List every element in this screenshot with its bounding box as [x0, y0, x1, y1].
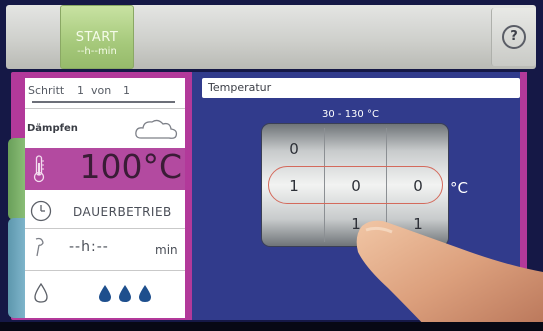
start-button[interactable]: START --h--min: [60, 5, 134, 69]
divider: [25, 108, 185, 109]
divider: [25, 228, 185, 229]
duration-mode-label: DAUERBETRIEB: [73, 205, 172, 219]
temperature-unit: °C: [450, 179, 468, 197]
digit-tens[interactable]: 0: [336, 177, 376, 195]
humidity-row[interactable]: [25, 276, 185, 312]
steam-level-drops-icon: [99, 285, 151, 302]
start-label: START: [75, 30, 119, 45]
steam-cloud-icon: [135, 119, 178, 139]
editor-title: Temperatur: [208, 81, 272, 94]
divider: [25, 270, 185, 271]
panel-rim: [520, 72, 527, 320]
temperature-range: 30 - 130 °C: [322, 109, 379, 120]
duration-row[interactable]: DAUERBETRIEB: [25, 196, 185, 226]
step-indicator: Schritt 1 von 1: [25, 80, 185, 102]
step-of: von: [91, 84, 112, 97]
core-probe-icon: [35, 237, 44, 257]
cooking-mode-row[interactable]: Dämpfen: [25, 114, 185, 146]
digit-hundreds[interactable]: 1: [274, 177, 314, 195]
start-time-label: --h--min: [77, 46, 117, 57]
digit-ones-below[interactable]: 1: [398, 215, 438, 233]
step-current: 1: [77, 84, 84, 97]
oven-control-screen: START --h--min ? Schritt 1 von 1 Dämpfen…: [0, 0, 543, 331]
clock-icon: [30, 200, 52, 222]
time-value: --h:--: [69, 239, 109, 255]
help-icon: ?: [502, 25, 526, 49]
step-progress-bar: [32, 101, 175, 103]
digit-ones[interactable]: 0: [398, 177, 438, 195]
thermometer-icon: [33, 155, 45, 183]
step-total: 1: [123, 84, 130, 97]
step-word: Schritt: [28, 84, 65, 97]
editor-header: Temperatur: [202, 78, 520, 98]
temperature-value: 100°C: [79, 147, 182, 186]
time-row[interactable]: --h:-- min: [25, 230, 185, 266]
help-button[interactable]: ?: [491, 8, 536, 66]
digit-tens-below[interactable]: 1: [336, 215, 376, 233]
time-unit: min: [155, 243, 178, 257]
temperature-row[interactable]: 100°C: [25, 147, 185, 190]
screen-bezel: [0, 322, 543, 331]
digit-hundreds-above[interactable]: 0: [274, 140, 314, 158]
humidity-drop-icon: [34, 282, 48, 303]
cooking-mode-label: Dämpfen: [27, 123, 78, 134]
